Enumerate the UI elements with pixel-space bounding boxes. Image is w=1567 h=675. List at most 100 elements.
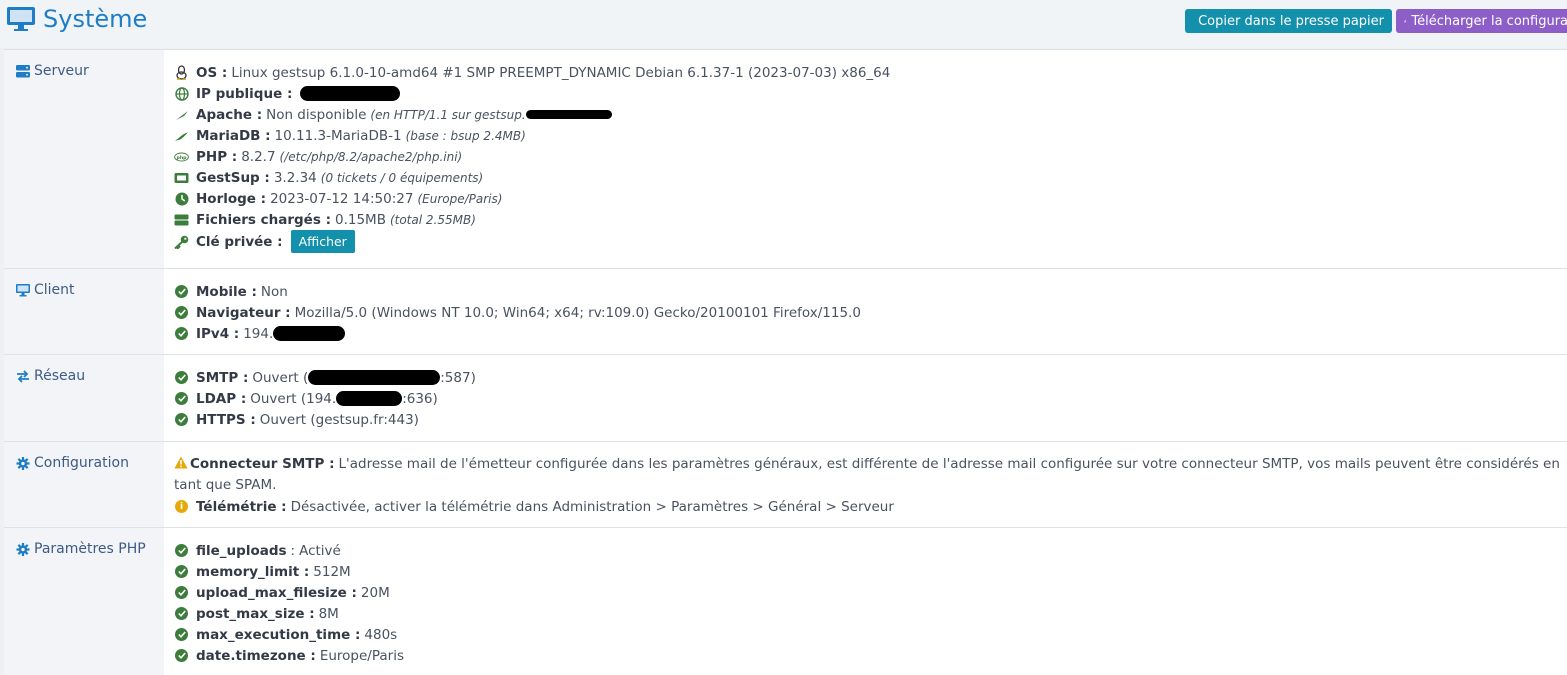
- php-params-content: file_uploads : Activé memory_limit : 512…: [174, 540, 1567, 666]
- ticket-icon: [174, 170, 189, 185]
- system-info-panel: Serveur OS : Linux gestsup 6.1.0-10-amd6…: [4, 49, 1567, 675]
- private-key-key: Clé privée :: [196, 233, 283, 250]
- server-content: OS : Linux gestsup 6.1.0-10-amd64 #1 SMP…: [174, 62, 1567, 253]
- php-param-value: 480s: [364, 626, 398, 643]
- check-circle-icon-shape: [175, 628, 188, 641]
- browser-key: Navigateur :: [196, 304, 291, 321]
- check-circle-icon-shape: [175, 544, 188, 557]
- php-param-key: post_max_size :: [196, 605, 315, 622]
- mariadb-note: (base : bsup 2.4MB): [405, 128, 526, 143]
- php-param-row: upload_max_filesize : 20M: [174, 582, 1567, 603]
- desktop-icon: [16, 284, 30, 297]
- apache-note: (en HTTP/1.1 sur gestsup.: [370, 107, 526, 122]
- linux-icon: [174, 65, 189, 80]
- show-private-key-button[interactable]: Afficher: [290, 230, 355, 253]
- check-circle-icon: [174, 391, 189, 406]
- apache-feather-icon: [174, 107, 189, 122]
- check-circle-icon-shape: [175, 392, 188, 405]
- files-note: (total 2.55MB): [389, 212, 476, 227]
- ipv4-redacted: [273, 326, 346, 341]
- info-circle-icon: i: [174, 499, 189, 514]
- mariadb-value: 10.11.3-MariaDB-1: [274, 127, 402, 144]
- server-label-text: Serveur: [34, 63, 89, 79]
- browser-row: Navigateur : Mozilla/5.0 (Windows NT 10.…: [174, 302, 1567, 323]
- download-config-button[interactable]: Télécharger la configura: [1396, 9, 1567, 33]
- check-circle-icon-shape: [175, 327, 188, 340]
- clock-row: Horloge : 2023-07-12 14:50:27 (Europe/Pa…: [174, 188, 1567, 209]
- mobile-value: Non: [260, 283, 288, 300]
- check-circle-icon-shape: [175, 586, 188, 599]
- php-param-separator: :: [290, 542, 296, 559]
- network-section-label: Réseau: [4, 355, 164, 441]
- smtp-connector-key: Connecteur SMTP :: [190, 456, 335, 472]
- check-circle-icon: [174, 370, 189, 385]
- files-key: Fichiers chargés :: [196, 211, 331, 228]
- hdd-icon: [174, 212, 189, 227]
- network-content: SMTP : Ouvert ( :587) LDAP : Ouvert (194…: [174, 367, 1567, 430]
- php-icon: php: [174, 149, 189, 164]
- php-param-row: memory_limit : 512M: [174, 561, 1567, 582]
- server-icon: [16, 65, 30, 78]
- check-circle-icon-shape: [175, 306, 188, 319]
- smtp-port: :587): [440, 369, 476, 386]
- ipv4-key: IPv4 :: [196, 325, 240, 342]
- public-ip-redacted: [300, 86, 401, 101]
- php-params-section-label: Paramètres PHP: [4, 528, 164, 675]
- apache-value: Non disponible: [266, 106, 367, 123]
- client-label-text: Client: [34, 282, 75, 298]
- php-param-key: file_uploads: [196, 542, 287, 559]
- https-value: Ouvert (gestsup.fr:443): [259, 411, 419, 428]
- check-circle-icon: [174, 543, 189, 558]
- page-header: Système Copier dans le presse papier Tél…: [0, 0, 1567, 48]
- configuration-label-text: Configuration: [34, 455, 129, 471]
- os-value: Linux gestsup 6.1.0-10-amd64 #1 SMP PREE…: [231, 64, 891, 81]
- telemetry-value: Désactivée, activer la télémétrie dans A…: [290, 498, 894, 515]
- monitor-icon: [7, 7, 35, 31]
- smtp-row: SMTP : Ouvert ( :587): [174, 367, 1567, 388]
- mariadb-row: MariaDB : 10.11.3-MariaDB-1 (base : bsup…: [174, 125, 1567, 146]
- https-row: HTTPS : Ouvert (gestsup.fr:443): [174, 409, 1567, 430]
- files-value: 0.15MB: [334, 211, 386, 228]
- os-row: OS : Linux gestsup 6.1.0-10-amd64 #1 SMP…: [174, 62, 1567, 83]
- check-circle-icon: [174, 606, 189, 621]
- copy-clipboard-label: Copier dans le presse papier: [1198, 13, 1384, 29]
- php-param-value: 8M: [318, 605, 339, 622]
- php-params-section: Paramètres PHP file_uploads : Activé mem…: [4, 527, 1567, 675]
- ldap-row: LDAP : Ouvert (194. :636): [174, 388, 1567, 409]
- download-icon: [1404, 19, 1407, 23]
- php-param-value: Europe/Paris: [319, 647, 404, 664]
- php-param-key: max_execution_time :: [196, 626, 361, 643]
- check-circle-icon-shape: [175, 285, 188, 298]
- gestsup-key: GestSup :: [196, 169, 270, 186]
- clock-note: (Europe/Paris): [417, 191, 503, 206]
- check-circle-icon-shape: [175, 607, 188, 620]
- public-ip-row: IP publique :: [174, 83, 1567, 104]
- php-row: php PHP : 8.2.7 (/etc/php/8.2/apache2/ph…: [174, 146, 1567, 167]
- mariadb-seal-icon: [174, 128, 189, 143]
- gestsup-note: (0 tickets / 0 équipements): [320, 170, 484, 185]
- mariadb-key: MariaDB :: [196, 127, 271, 144]
- check-circle-icon: [174, 564, 189, 579]
- clock-icon: [174, 191, 189, 206]
- network-label-text: Réseau: [34, 368, 86, 384]
- ipv4-value: 194.: [243, 325, 274, 342]
- clock-value: 2023-07-12 14:50:27: [270, 190, 414, 207]
- network-section: Réseau SMTP : Ouvert ( :587) LDAP : Ouve…: [4, 354, 1567, 441]
- client-section: Client Mobile : Non Navigateur : Mozilla…: [4, 268, 1567, 354]
- globe-icon: [174, 86, 189, 101]
- configuration-section-label: Configuration: [4, 442, 164, 527]
- smtp-connector-value: L'adresse mail de l'émetteur configurée …: [174, 456, 1560, 493]
- check-circle-icon: [174, 648, 189, 663]
- copy-clipboard-button[interactable]: Copier dans le presse papier: [1185, 9, 1392, 33]
- public-ip-key: IP publique :: [196, 85, 293, 102]
- client-section-label: Client: [4, 269, 164, 354]
- php-param-key: date.timezone :: [196, 647, 316, 664]
- telemetry-row: i Télémétrie : Désactivée, activer la té…: [174, 496, 1567, 517]
- php-params-label-text: Paramètres PHP: [34, 541, 146, 557]
- check-circle-icon-shape: [175, 413, 188, 426]
- server-section-label: Serveur: [4, 50, 164, 268]
- configuration-section: Configuration Connecteur SMTP : L'adresse…: [4, 441, 1567, 527]
- browser-value: Mozilla/5.0 (Windows NT 10.0; Win64; x64…: [294, 304, 861, 321]
- smtp-host-redacted: [308, 370, 441, 385]
- check-circle-icon-shape: [175, 371, 188, 384]
